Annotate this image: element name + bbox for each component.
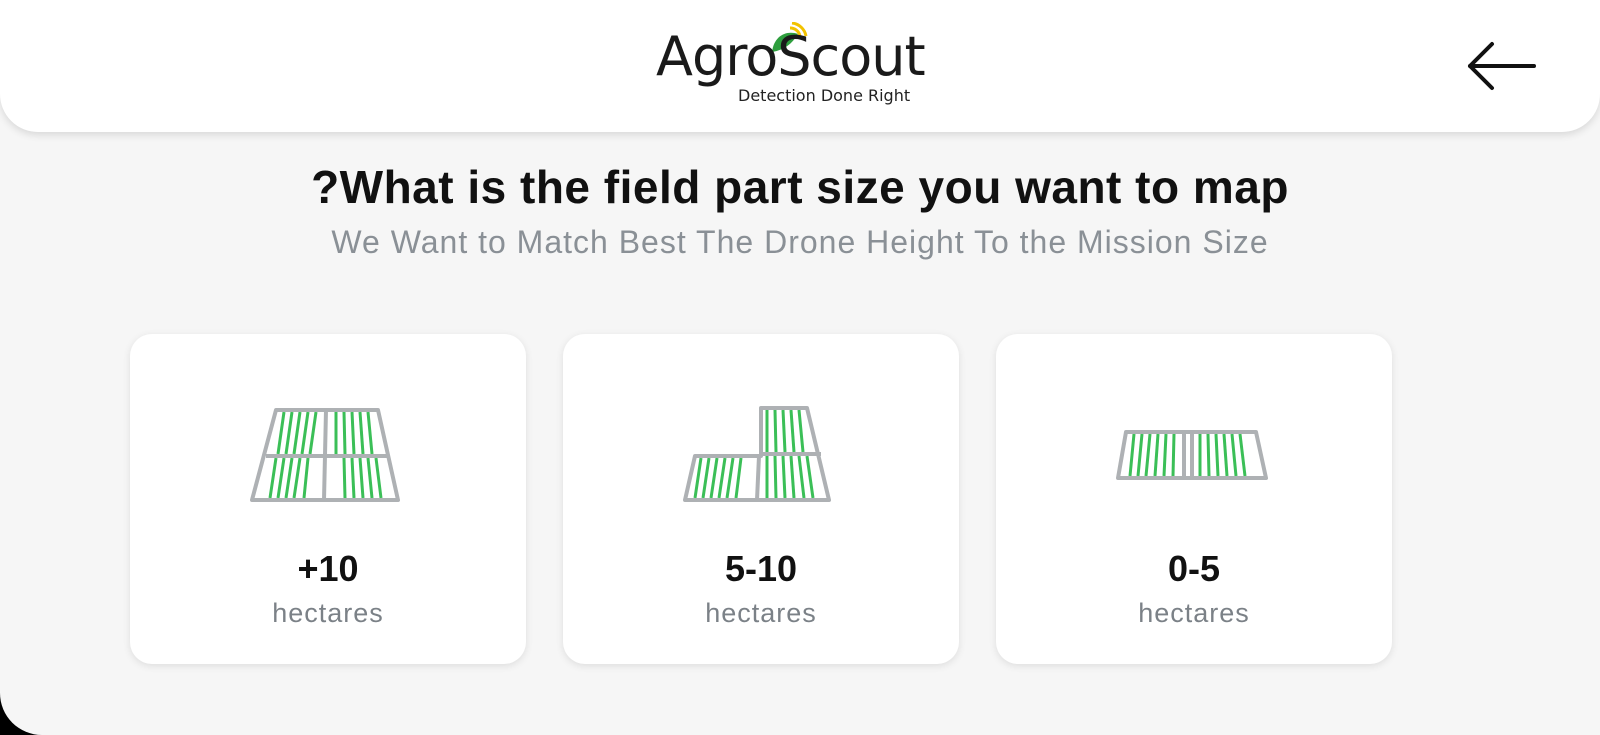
app-screen: AgroScout Detection Done Right ?What is … bbox=[0, 0, 1600, 735]
option-unit: hectares bbox=[1138, 598, 1250, 628]
small-field-icon bbox=[1116, 430, 1268, 480]
back-button[interactable] bbox=[1466, 40, 1538, 92]
logo-wordmark: AgroScout bbox=[656, 25, 926, 88]
option-card-medium[interactable]: 5-10 hectares bbox=[563, 334, 959, 664]
page-subtitle: We Want to Match Best The Drone Height T… bbox=[331, 224, 1269, 260]
large-field-icon bbox=[250, 408, 400, 502]
app-logo: AgroScout Detection Done Right bbox=[656, 22, 946, 112]
option-value: 0-5 bbox=[1167, 548, 1221, 589]
option-value: +10 bbox=[297, 548, 359, 589]
top-bar: AgroScout Detection Done Right bbox=[0, 0, 1600, 132]
option-card-large[interactable]: +10 hectares bbox=[130, 334, 526, 664]
arrow-left-icon bbox=[1468, 42, 1536, 90]
option-card-small[interactable]: 0-5 hectares bbox=[996, 334, 1392, 664]
logo-tagline: Detection Done Right bbox=[738, 86, 911, 105]
option-value: 5-10 bbox=[724, 548, 798, 589]
medium-field-icon bbox=[683, 406, 831, 502]
page-title: ?What is the field part size you want to… bbox=[311, 161, 1289, 213]
option-unit: hectares bbox=[705, 598, 817, 628]
option-unit: hectares bbox=[272, 598, 384, 628]
